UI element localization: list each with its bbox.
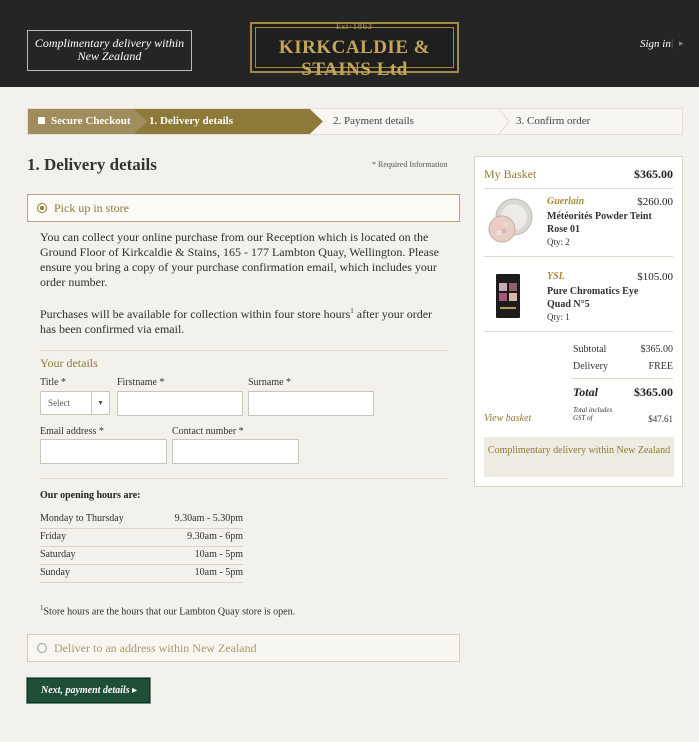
sign-in-arrow-icon[interactable]: ▸ xyxy=(679,38,684,49)
item-qty: Qty: 1 xyxy=(547,312,570,322)
deliver-radio[interactable] xyxy=(37,643,47,653)
pickup-info-paragraph: You can collect your online purchase fro… xyxy=(40,230,439,289)
delivery-promo-banner: Complimentary delivery within New Zealan… xyxy=(27,30,192,71)
total-value: $365.00 xyxy=(634,385,673,399)
basket-panel: My Basket $365.00 Guerlain $260.00 Météo… xyxy=(474,156,683,487)
hours-day: Friday xyxy=(40,531,67,542)
step-confirm-order: 3. Confirm order xyxy=(516,115,591,127)
email-label: Email address * xyxy=(40,426,104,437)
your-details-heading: Your details xyxy=(40,356,98,370)
footnote-text: Store hours are the hours that our Lambt… xyxy=(43,606,296,618)
item-brand: Guerlain xyxy=(547,196,585,207)
next-payment-button[interactable]: Next, payment details ▸ xyxy=(26,677,151,704)
title-select-value: Select xyxy=(48,398,70,408)
email-field[interactable] xyxy=(40,439,167,464)
pickup-label: Pick up in store xyxy=(54,201,129,215)
checkout-progress: Secure Checkout 1. Delivery details 2. P… xyxy=(27,108,683,135)
gst-value: $47.61 xyxy=(648,414,673,424)
title-select[interactable]: Select ▼ xyxy=(40,391,110,415)
gst-label: Total includes GST of xyxy=(573,406,613,422)
divider xyxy=(484,331,673,332)
hours-row: Friday 9.30am - 6pm xyxy=(40,529,243,547)
chevron-right-icon xyxy=(498,109,510,134)
delivery-label: Delivery xyxy=(573,361,608,372)
firstname-field[interactable] xyxy=(117,391,243,416)
hours-row: Sunday 10am - 5pm xyxy=(40,565,243,583)
firstname-label: Firstname * xyxy=(117,377,165,388)
contact-label: Contact number * xyxy=(172,426,244,437)
contact-number-field[interactable] xyxy=(172,439,299,464)
hours-time: 10am - 5pm xyxy=(194,549,243,560)
chevron-down-icon[interactable]: ▼ xyxy=(91,392,109,414)
hours-day: Monday to Thursday xyxy=(40,513,124,524)
deliver-label: Deliver to an address within New Zealand xyxy=(54,641,257,655)
opening-hours-title: Our opening hours are: xyxy=(40,490,141,501)
hours-row: Monday to Thursday 9.30am - 5.30pm xyxy=(40,511,243,529)
brand-logo[interactable]: Est·1863 KIRKCALDIE & STAINS Ltd xyxy=(250,22,459,80)
item-name[interactable]: Pure Chromatics Eye Quad N°5 xyxy=(547,285,657,311)
item-price: $105.00 xyxy=(637,271,673,283)
logo-name: KIRKCALDIE & STAINS Ltd xyxy=(278,37,431,80)
basket-total-top: $365.00 xyxy=(634,167,673,181)
divider xyxy=(40,350,447,351)
pickup-radio[interactable] xyxy=(37,203,47,213)
step-delivery-details: 1. Delivery details xyxy=(134,109,323,134)
collection-text-a: Purchases will be available for collecti… xyxy=(40,307,351,321)
site-header: Complimentary delivery within New Zealan… xyxy=(0,0,699,87)
item-price: $260.00 xyxy=(637,196,673,208)
hours-day: Saturday xyxy=(40,549,76,560)
view-basket-link[interactable]: View basket xyxy=(484,413,531,424)
step-secure-checkout: Secure Checkout xyxy=(28,109,148,134)
sign-in-link[interactable]: Sign in xyxy=(640,38,671,50)
lock-icon xyxy=(38,117,45,124)
total-label: Total xyxy=(573,385,598,399)
subtotal-label: Subtotal xyxy=(573,344,607,355)
powder-product-image[interactable] xyxy=(484,195,534,245)
surname-field[interactable] xyxy=(248,391,374,416)
divider xyxy=(40,478,447,479)
page-title: 1. Delivery details xyxy=(27,155,157,174)
divider xyxy=(571,378,673,379)
divider xyxy=(484,256,673,257)
hours-day: Sunday xyxy=(40,567,70,578)
deliver-option[interactable]: Deliver to an address within New Zealand xyxy=(27,634,460,662)
required-info-note: * Required Information xyxy=(372,160,448,169)
hours-time: 9.30am - 6pm xyxy=(187,531,243,542)
hours-row: Saturday 10am - 5pm xyxy=(40,547,243,565)
logo-est: Est·1863 xyxy=(336,22,373,31)
basket-title: My Basket xyxy=(484,167,537,181)
item-qty: Qty: 2 xyxy=(547,237,570,247)
pickup-option[interactable]: Pick up in store xyxy=(27,194,460,222)
hours-time: 10am - 5pm xyxy=(194,567,243,578)
collection-time-paragraph: Purchases will be available for collecti… xyxy=(40,304,450,337)
divider xyxy=(484,188,673,189)
surname-label: Surname * xyxy=(248,377,292,388)
step-secure-label: Secure Checkout xyxy=(51,115,131,127)
subtotal-value: $365.00 xyxy=(640,344,674,355)
hours-time: 9.30am - 5.30pm xyxy=(174,513,243,524)
delivery-value: FREE xyxy=(648,361,673,372)
basket-delivery-promo: Complimentary delivery within New Zealan… xyxy=(484,437,674,477)
sign-in-separator: | xyxy=(671,37,674,49)
store-hours-footnote: 1Store hours are the hours that our Lamb… xyxy=(40,604,295,617)
step-payment-details: 2. Payment details xyxy=(333,115,414,127)
eyeshadow-product-image[interactable] xyxy=(484,271,534,321)
item-name[interactable]: Météorités Powder Teint Rose 01 xyxy=(547,210,657,236)
item-brand: YSL xyxy=(547,271,565,282)
title-label: Title * xyxy=(40,377,67,388)
